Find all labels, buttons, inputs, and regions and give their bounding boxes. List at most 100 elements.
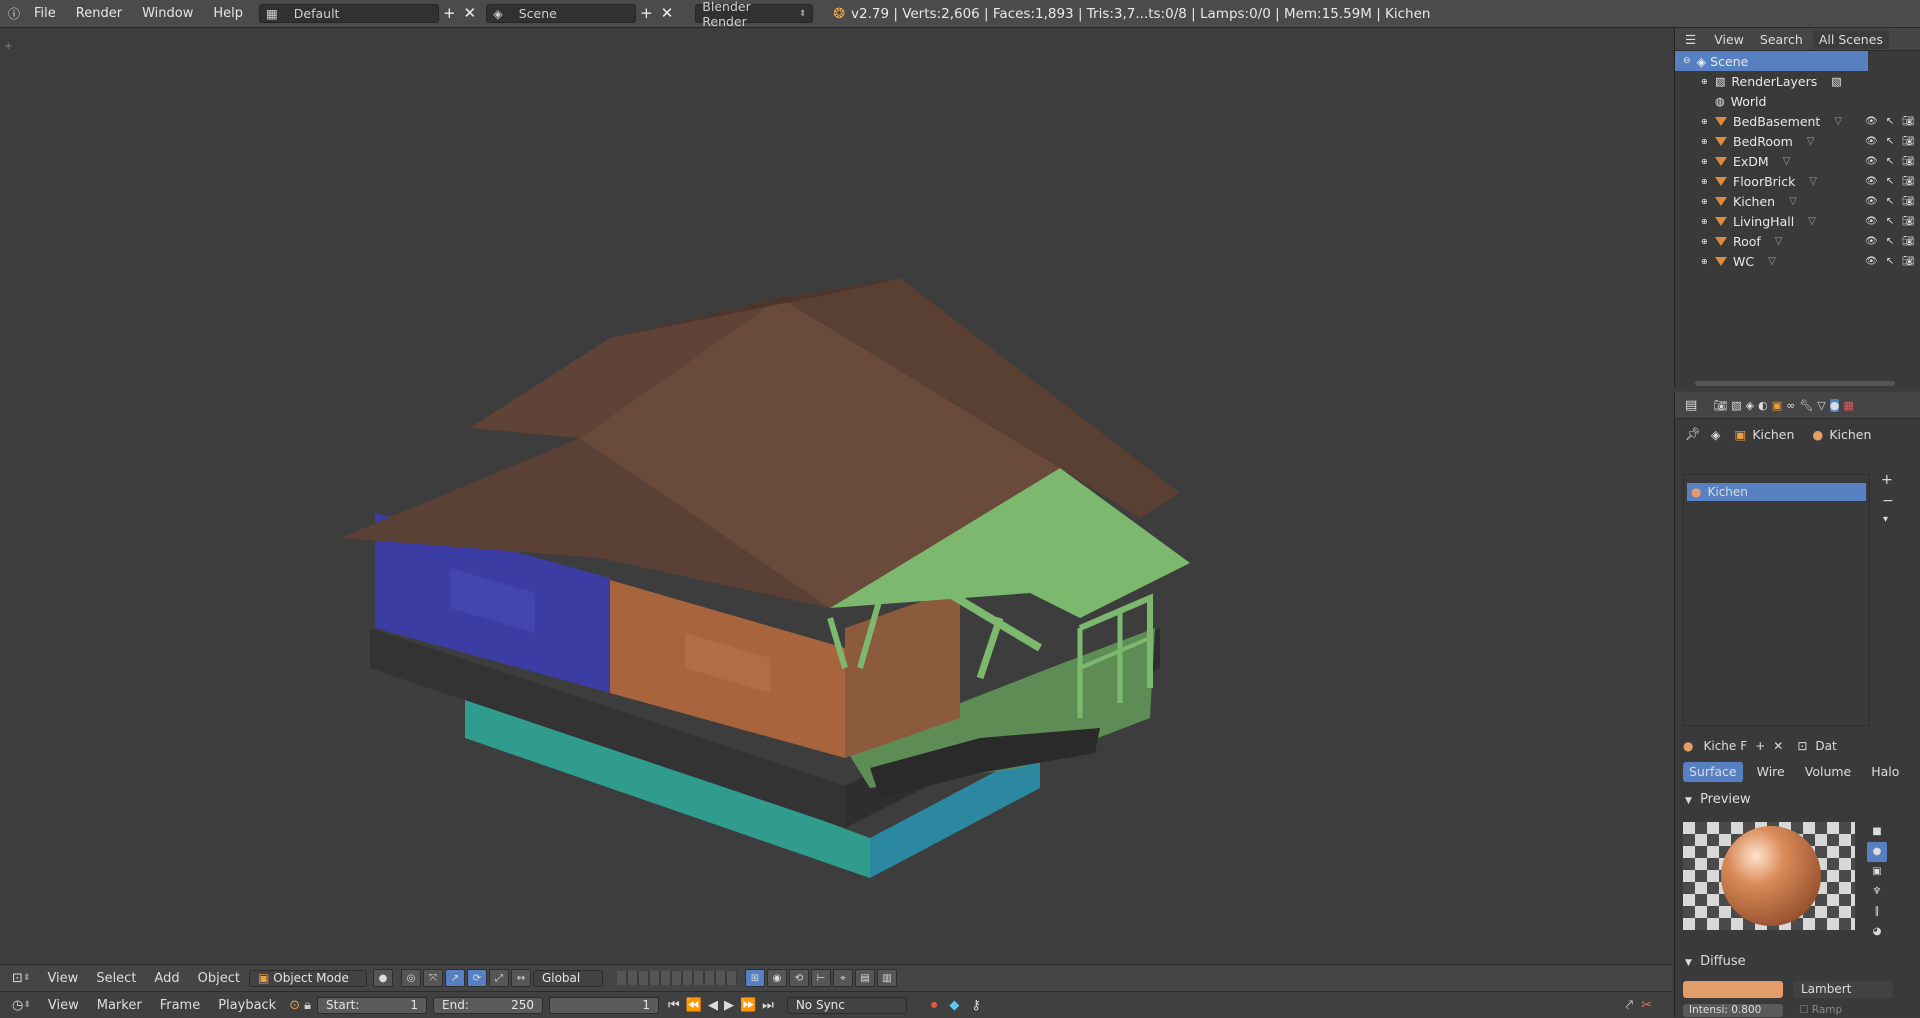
renderable-camera-icon[interactable]: 📷︎ — [1902, 236, 1915, 247]
add-slot-icon[interactable]: + — [1881, 472, 1893, 488]
expand-icon[interactable]: ⊕ — [1701, 217, 1709, 226]
sync-mode-selector[interactable]: No Sync — [786, 996, 907, 1014]
data-tab-icon[interactable]: ▽ — [1817, 399, 1825, 412]
selectable-arrow-icon[interactable]: ↖ — [1886, 196, 1894, 207]
renderable-camera-icon[interactable]: 📷︎ — [1902, 216, 1915, 227]
renderable-camera-icon[interactable]: 📷︎ — [1902, 256, 1915, 267]
add-scene-icon[interactable]: + — [640, 6, 653, 21]
menu-window[interactable]: Window — [132, 6, 203, 21]
layers-lock-icon[interactable]: ⊞ — [744, 969, 765, 987]
scale-manipulator-alt-icon[interactable]: ↔ — [510, 969, 531, 987]
transform-orientation-selector[interactable]: Global — [532, 969, 603, 987]
material-slots-list[interactable]: ● Kichen — [1683, 474, 1870, 726]
3d-viewport[interactable]: + — [0, 28, 1672, 964]
outliner-scrollbar[interactable] — [1695, 381, 1895, 386]
viewport-shading-icon[interactable]: ● — [372, 969, 393, 987]
outliner-item-floorbrick[interactable]: ⊕ FloorBrick ▽ 👁︎ ↖ 📷︎ — [1675, 171, 1920, 191]
keyframe-icon[interactable]: ◆ — [949, 998, 959, 1013]
expand-icon[interactable]: ⊕ — [1701, 117, 1709, 126]
outliner-display-mode[interactable]: All Scenes — [1812, 29, 1889, 49]
timeline-menu-marker[interactable]: Marker — [88, 998, 151, 1013]
outliner-item-bedroom[interactable]: ⊕ BedRoom ▽ 👁︎ ↖ 📷︎ — [1675, 131, 1920, 151]
scene-tab-icon[interactable]: ◈ — [1746, 399, 1754, 412]
timeline-menu-view[interactable]: View — [39, 998, 88, 1013]
snap-icon[interactable]: ⟲ — [788, 969, 809, 987]
preview-panel-header[interactable]: ▼ Preview — [1685, 792, 1751, 807]
timeline-editor-arrows-icon[interactable]: ⬍ — [23, 1000, 31, 1010]
outliner-item-scene[interactable]: ⊖ ◈ Scene — [1675, 51, 1868, 71]
house-model[interactable] — [0, 28, 1672, 964]
diffuse-intensity-field[interactable]: Intensi: 0.800 — [1683, 1004, 1783, 1017]
current-frame-field[interactable]: 1 — [549, 996, 660, 1014]
outliner-item-livinghall[interactable]: ⊕ LivingHall ▽ 👁︎ ↖ 📷︎ — [1675, 211, 1920, 231]
jump-keyframe-forward-icon[interactable]: ⏩ — [740, 998, 756, 1013]
expand-icon[interactable]: ⊕ — [1701, 197, 1709, 206]
scale-manipulator-icon[interactable]: ⤢ — [488, 969, 509, 987]
renderable-camera-icon[interactable]: 📷︎ — [1902, 156, 1915, 167]
editor-type-icon[interactable]: ⊡ — [12, 971, 23, 986]
properties-editor-icon[interactable]: ▤ — [1685, 398, 1697, 413]
editor-type-arrows-icon[interactable]: ⬍ — [23, 973, 31, 983]
outliner-item-kichen[interactable]: ⊕ Kichen ▽ 👁︎ ↖ 📷︎ — [1675, 191, 1920, 211]
visibility-eye-icon[interactable]: 👁︎ — [1865, 176, 1878, 187]
datablock-fake-user[interactable]: F — [1740, 739, 1747, 753]
selectable-arrow-icon[interactable]: ↖ — [1886, 116, 1894, 127]
expand-icon[interactable]: ⊕ — [1701, 137, 1709, 146]
renderable-camera-icon[interactable]: 📷︎ — [1902, 116, 1915, 127]
end-frame-field[interactable]: End: 250 — [433, 996, 544, 1014]
lock-icon[interactable]: 🔒︎ — [304, 998, 311, 1013]
expand-icon[interactable]: ⊕ — [1701, 237, 1709, 246]
viewport-menu-select[interactable]: Select — [87, 971, 145, 986]
play-icon[interactable]: ▶ — [724, 998, 734, 1013]
layers-grid[interactable] — [616, 971, 737, 985]
modifiers-tab-icon[interactable]: 🔧︎ — [1799, 399, 1813, 412]
preview-hair-icon[interactable]: ∥ — [1867, 902, 1887, 922]
start-frame-field[interactable]: Start: 1 — [317, 996, 428, 1014]
selectable-arrow-icon[interactable]: ↖ — [1886, 216, 1894, 227]
tab-halo[interactable]: Halo — [1865, 762, 1905, 782]
visibility-eye-icon[interactable]: 👁︎ — [1865, 136, 1878, 147]
snap-element-icon[interactable]: ⊢ — [810, 969, 831, 987]
mode-selector[interactable]: ▣ Object Mode — [248, 969, 367, 987]
outliner-editor-icon[interactable]: ☰ — [1685, 32, 1696, 47]
expand-icon[interactable]: ⊕ — [1701, 257, 1709, 266]
visibility-eye-icon[interactable]: 👁︎ — [1865, 156, 1878, 167]
visibility-eye-icon[interactable]: 👁︎ — [1865, 256, 1878, 267]
datablock-name[interactable]: Kiche — [1703, 739, 1736, 753]
visibility-eye-icon[interactable]: 👁︎ — [1865, 116, 1878, 127]
collapse-icon[interactable]: ⊖ — [1683, 56, 1691, 66]
remove-slot-icon[interactable]: − — [1882, 493, 1894, 509]
rotate-manipulator-icon[interactable]: ⟳ — [466, 969, 487, 987]
jump-start-icon[interactable]: ⏮ — [668, 998, 680, 1013]
render-preview-icon[interactable]: ▤ — [854, 969, 875, 987]
material-tab-icon[interactable]: ● — [1829, 398, 1840, 412]
diffuse-shader-selector[interactable]: Lambert — [1793, 981, 1893, 998]
outliner-item-renderlayers[interactable]: ⊕ ▧ RenderLayers ▧ — [1675, 71, 1920, 91]
visibility-eye-icon[interactable]: 👁︎ — [1865, 216, 1878, 227]
outliner-item-exdm[interactable]: ⊕ ExDM ▽ 👁︎ ↖ 📷︎ — [1675, 151, 1920, 171]
pivot-point-icon[interactable]: ◎ — [400, 969, 421, 987]
scene-selector[interactable]: ◈ Scene — [486, 4, 637, 23]
constraints-tab-icon[interactable]: ∞ — [1786, 399, 1795, 412]
datablock-material-icon[interactable]: ● — [1683, 739, 1693, 753]
material-slot-item[interactable]: ● Kichen — [1687, 483, 1866, 501]
tab-wire[interactable]: Wire — [1751, 762, 1791, 782]
keying-set-icon[interactable]: ⊙ — [289, 998, 300, 1013]
timeline-menu-frame[interactable]: Frame — [151, 998, 210, 1013]
timeline-menu-playback[interactable]: Playback — [209, 998, 285, 1013]
render-tab-icon[interactable]: 📷︎ — [1713, 399, 1727, 412]
renderable-camera-icon[interactable]: 📷︎ — [1902, 196, 1915, 207]
viewport-menu-object[interactable]: Object — [189, 971, 249, 986]
outliner-item-world[interactable]: ◍ World — [1675, 91, 1920, 111]
menu-help[interactable]: Help — [203, 6, 253, 21]
expand-icon[interactable]: ⊕ — [1701, 77, 1709, 86]
selectable-arrow-icon[interactable]: ↖ — [1886, 256, 1894, 267]
preview-cube-icon[interactable]: ▣ — [1867, 862, 1887, 882]
translate-manipulator-icon[interactable]: ↗ — [444, 969, 465, 987]
new-material-icon[interactable]: + — [1755, 739, 1765, 753]
manipulator-toggle-icon[interactable]: ⤧ — [422, 969, 443, 987]
viewport-menu-add[interactable]: Add — [145, 971, 188, 986]
info-editor-icon[interactable]: ⓘ — [8, 8, 20, 20]
expand-icon[interactable]: ⊕ — [1701, 157, 1709, 166]
selectable-arrow-icon[interactable]: ↖ — [1886, 176, 1894, 187]
